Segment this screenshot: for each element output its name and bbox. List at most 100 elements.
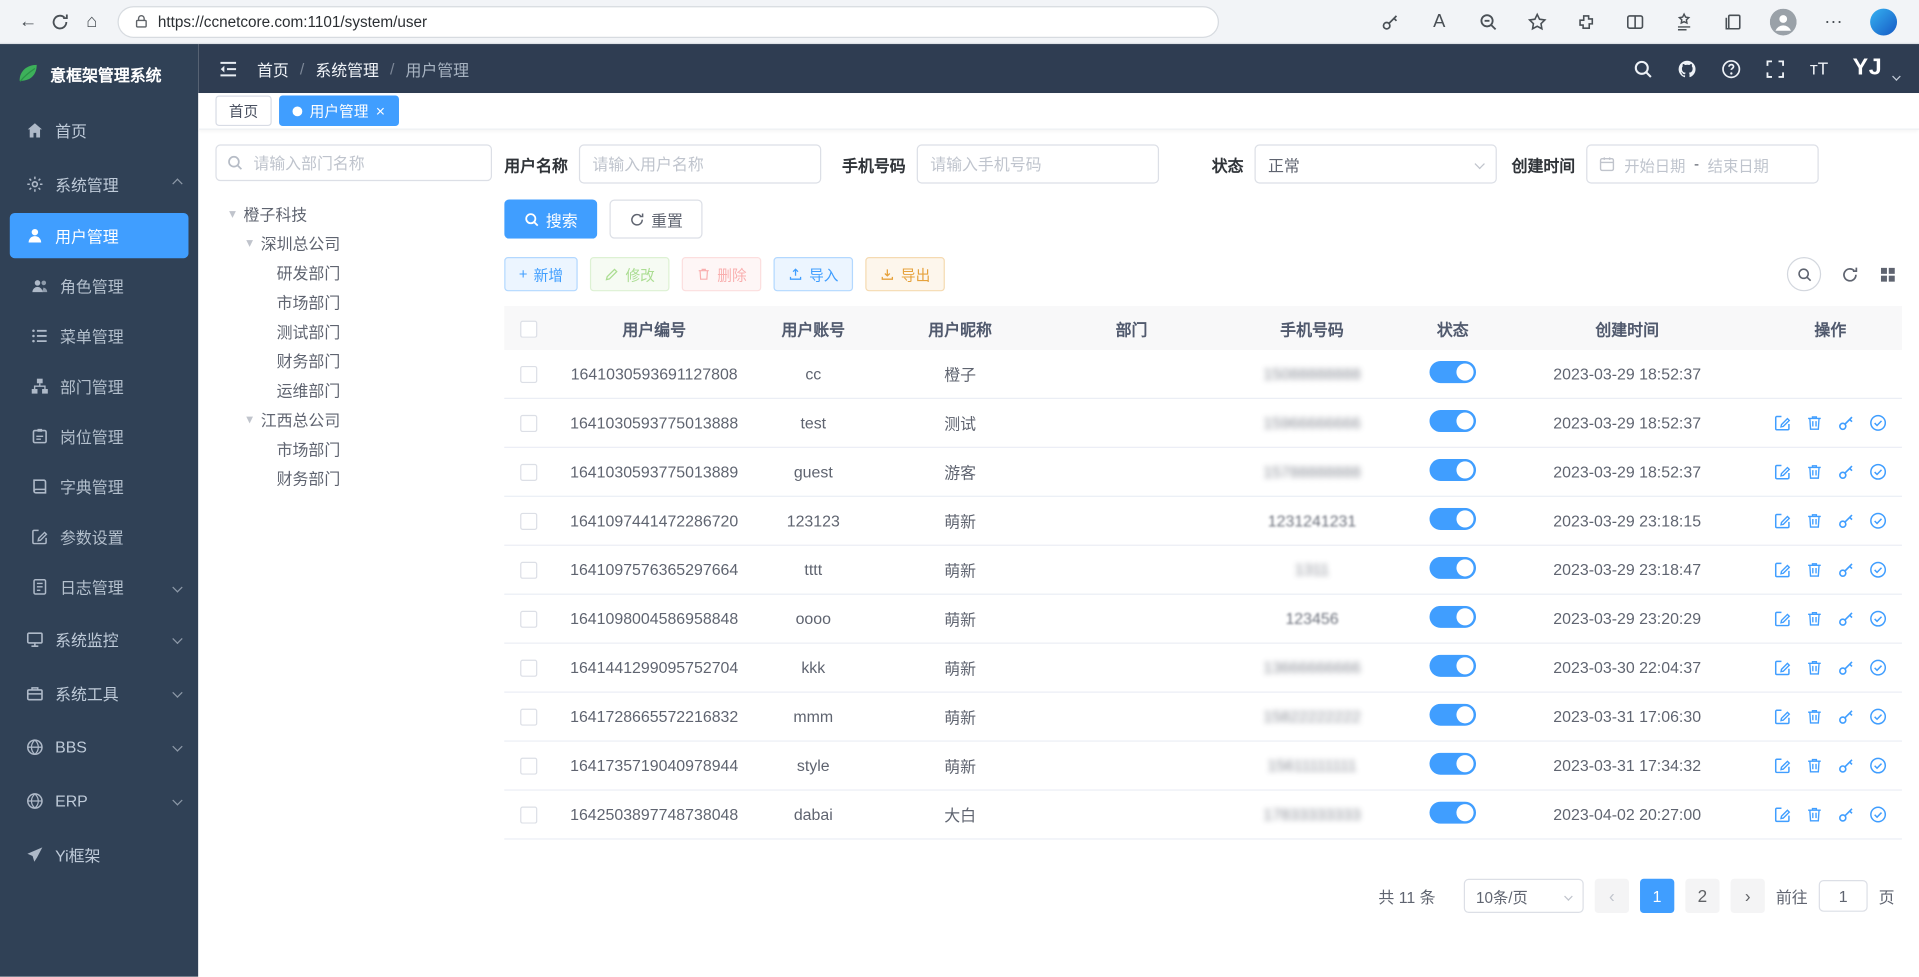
tab-user-management[interactable]: 用户管理 × xyxy=(279,95,398,126)
refresh-icon[interactable] xyxy=(44,6,76,38)
delete-icon[interactable] xyxy=(1805,756,1823,774)
next-page-button[interactable]: › xyxy=(1731,879,1765,913)
reset-password-icon[interactable] xyxy=(1837,512,1855,530)
sidebar-item-role-management[interactable]: 角色管理 xyxy=(0,261,198,311)
tree-node[interactable]: ▾深圳总公司 xyxy=(215,228,492,257)
delete-icon[interactable] xyxy=(1805,658,1823,676)
delete-icon[interactable] xyxy=(1805,707,1823,725)
status-toggle[interactable] xyxy=(1430,459,1477,481)
sidebar-item-param-settings[interactable]: 参数设置 xyxy=(0,512,198,562)
export-button[interactable]: 导出 xyxy=(865,257,945,291)
assign-role-icon[interactable] xyxy=(1869,512,1887,530)
tree-node[interactable]: 市场部门 xyxy=(215,433,492,462)
assign-role-icon[interactable] xyxy=(1869,463,1887,481)
row-checkbox[interactable] xyxy=(520,562,537,579)
edit-icon[interactable] xyxy=(1773,561,1791,579)
status-toggle[interactable] xyxy=(1430,606,1477,628)
back-icon[interactable]: ← xyxy=(12,6,44,38)
browser-home-icon[interactable]: ⌂ xyxy=(76,6,108,38)
address-bar[interactable]: https://ccnetcore.com:1101/system/user xyxy=(117,6,1219,38)
table-row[interactable]: 1641030593691127808 cc 橙子 15088888888 20… xyxy=(504,350,1902,399)
edit-icon[interactable] xyxy=(1773,658,1791,676)
status-toggle[interactable] xyxy=(1430,410,1477,432)
tree-node[interactable]: 财务部门 xyxy=(215,463,492,492)
dept-search-input[interactable] xyxy=(215,144,492,181)
status-toggle[interactable] xyxy=(1430,557,1477,579)
sidebar-item-dept-management[interactable]: 部门管理 xyxy=(0,361,198,411)
tab-close-icon[interactable]: × xyxy=(376,103,385,119)
refresh-table-button[interactable] xyxy=(1841,265,1859,283)
table-row[interactable]: 1641030593775013889 guest 游客 15788888888… xyxy=(504,448,1902,497)
status-select[interactable]: 正常 xyxy=(1255,144,1497,183)
edit-button[interactable]: 修改 xyxy=(590,257,670,291)
tree-caret-icon[interactable]: ▾ xyxy=(242,411,257,427)
prev-page-button[interactable]: ‹ xyxy=(1595,879,1629,913)
row-checkbox[interactable] xyxy=(520,807,537,824)
username-input[interactable] xyxy=(579,144,821,183)
zoom-icon[interactable] xyxy=(1476,9,1500,33)
breadcrumb-home[interactable]: 首页 xyxy=(257,57,289,80)
sidebar-item-log-management[interactable]: 日志管理 xyxy=(0,562,198,612)
sidebar-item-system-monitor[interactable]: 系统监控 xyxy=(0,612,198,666)
edit-icon[interactable] xyxy=(1773,805,1791,823)
delete-icon[interactable] xyxy=(1805,512,1823,530)
edit-icon[interactable] xyxy=(1773,610,1791,628)
user-avatar[interactable]: YJ xyxy=(1853,55,1883,82)
status-toggle[interactable] xyxy=(1430,704,1477,726)
sidebar-item-menu-management[interactable]: 菜单管理 xyxy=(0,311,198,361)
tree-node[interactable]: 研发部门 xyxy=(215,257,492,286)
assign-role-icon[interactable] xyxy=(1869,707,1887,725)
page-button-2[interactable]: 2 xyxy=(1685,879,1719,913)
row-checkbox[interactable] xyxy=(520,660,537,677)
favorites-bar-icon[interactable] xyxy=(1672,9,1696,33)
favorites-icon[interactable] xyxy=(1525,9,1549,33)
delete-icon[interactable] xyxy=(1805,463,1823,481)
table-row[interactable]: 1641030593775013888 test 测试 15966666666 … xyxy=(504,399,1902,448)
status-toggle[interactable] xyxy=(1430,655,1477,677)
sidebar-item-system-tools[interactable]: 系统工具 xyxy=(0,666,198,720)
phone-input[interactable] xyxy=(917,144,1159,183)
status-toggle[interactable] xyxy=(1430,753,1477,775)
assign-role-icon[interactable] xyxy=(1869,610,1887,628)
tree-caret-icon[interactable]: ▾ xyxy=(242,234,257,250)
sidebar-item-dict-management[interactable]: 字典管理 xyxy=(0,461,198,511)
row-checkbox[interactable] xyxy=(520,758,537,775)
goto-page-input[interactable] xyxy=(1819,880,1868,912)
edit-icon[interactable] xyxy=(1773,512,1791,530)
edit-icon[interactable] xyxy=(1773,463,1791,481)
reset-password-icon[interactable] xyxy=(1837,463,1855,481)
font-size-icon[interactable]: тT xyxy=(1809,58,1830,79)
help-icon[interactable] xyxy=(1720,58,1741,79)
browser-profile-avatar[interactable] xyxy=(1770,8,1797,35)
sidebar-item-user-management[interactable]: 用户管理 xyxy=(10,213,189,258)
delete-icon[interactable] xyxy=(1805,805,1823,823)
key-icon[interactable] xyxy=(1378,9,1402,33)
tab-home[interactable]: 首页 xyxy=(215,95,271,126)
collections-icon[interactable] xyxy=(1721,9,1745,33)
delete-button[interactable]: 删除 xyxy=(682,257,762,291)
tree-node[interactable]: 市场部门 xyxy=(215,286,492,315)
table-row[interactable]: 1641735719040978944 style 萌新 15611111111… xyxy=(504,742,1902,791)
reset-password-icon[interactable] xyxy=(1837,610,1855,628)
header-search-icon[interactable] xyxy=(1632,58,1653,79)
row-checkbox[interactable] xyxy=(520,611,537,628)
table-row[interactable]: 1641098004586958848 oooo 萌新 123456 2023-… xyxy=(504,595,1902,644)
table-row[interactable]: 1641097441472286720 123123 萌新 1231241231… xyxy=(504,497,1902,546)
row-checkbox[interactable] xyxy=(520,415,537,432)
page-size-select[interactable]: 10条/页 xyxy=(1464,879,1584,913)
tree-node[interactable]: 测试部门 xyxy=(215,316,492,345)
reset-password-icon[interactable] xyxy=(1837,805,1855,823)
row-checkbox[interactable] xyxy=(520,709,537,726)
assign-role-icon[interactable] xyxy=(1869,414,1887,432)
more-icon[interactable]: ··· xyxy=(1821,9,1845,33)
reset-password-icon[interactable] xyxy=(1837,658,1855,676)
import-button[interactable]: 导入 xyxy=(774,257,854,291)
assign-role-icon[interactable] xyxy=(1869,658,1887,676)
table-row[interactable]: 1641441299095752704 kkk 萌新 13666666666 2… xyxy=(504,644,1902,693)
status-toggle[interactable] xyxy=(1430,508,1477,530)
tree-node[interactable]: ▾江西总公司 xyxy=(215,404,492,433)
reset-password-icon[interactable] xyxy=(1837,756,1855,774)
delete-icon[interactable] xyxy=(1805,561,1823,579)
sidebar-fold-icon[interactable] xyxy=(218,58,239,79)
reset-password-icon[interactable] xyxy=(1837,707,1855,725)
